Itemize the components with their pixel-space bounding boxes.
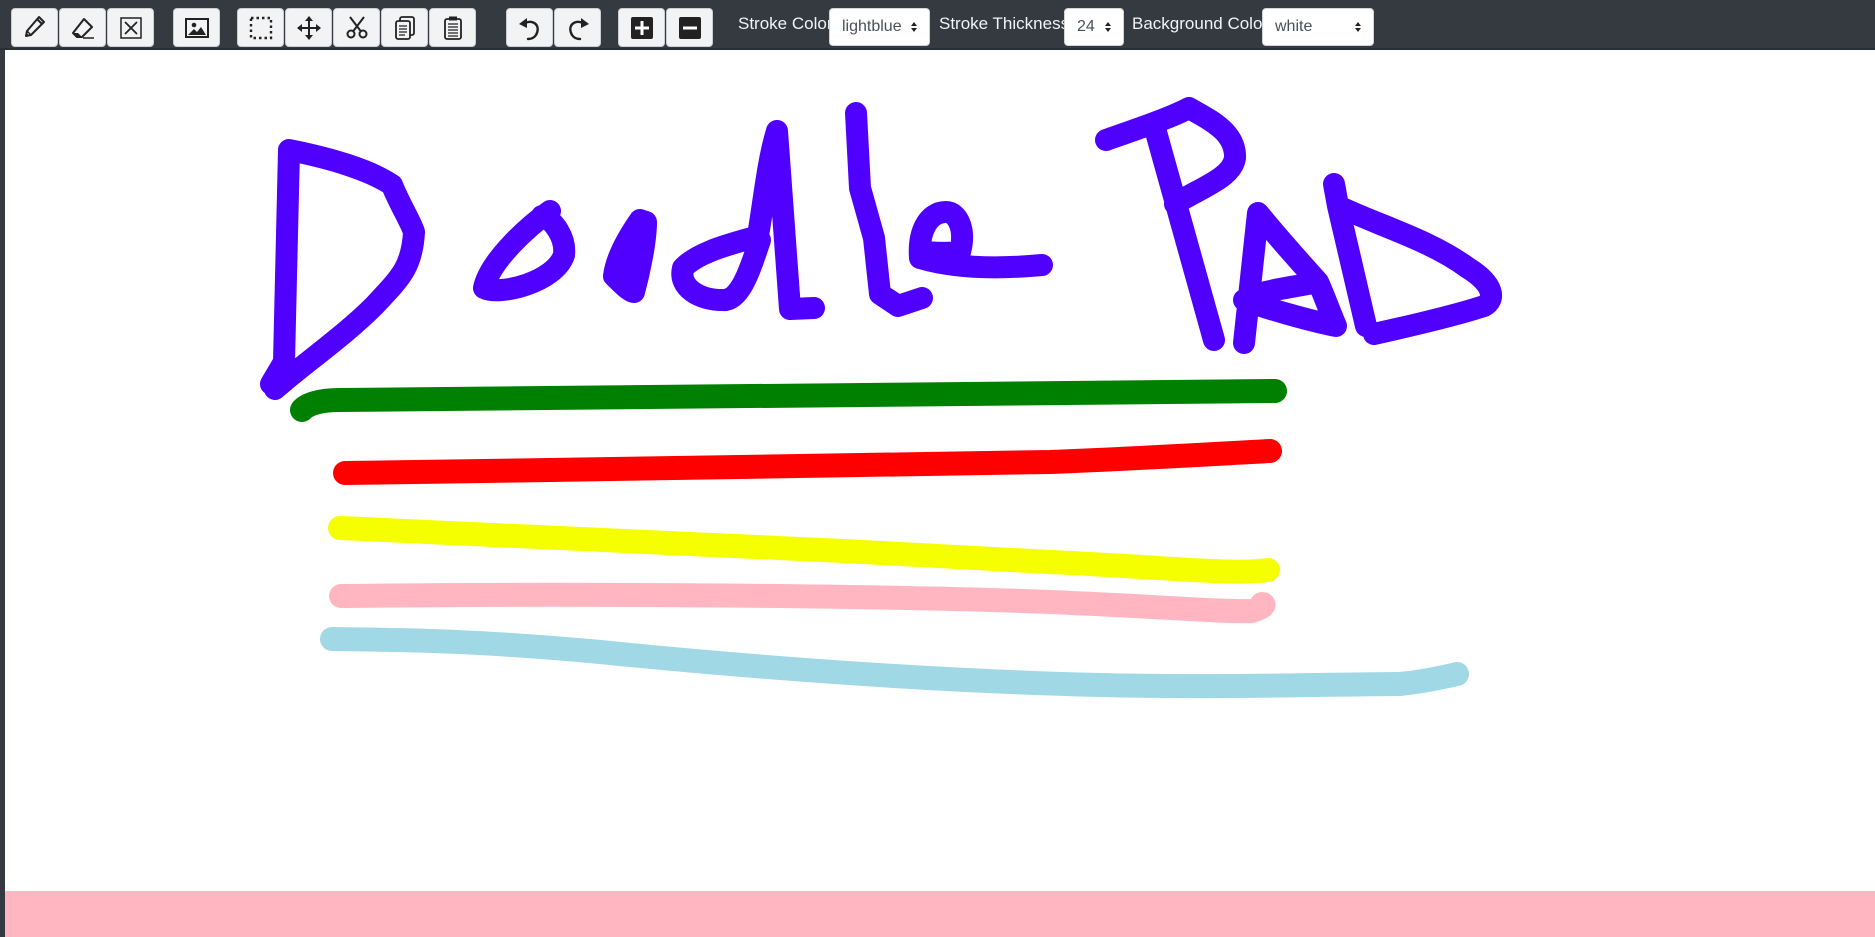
chevron-updown-icon: [1351, 21, 1365, 33]
title-letter-a: [1233, 202, 1347, 354]
move-button[interactable]: [285, 8, 332, 47]
canvas-drawing: [260, 97, 1502, 699]
eraser-icon: [71, 17, 94, 39]
eraser-button[interactable]: [59, 8, 106, 47]
paste-icon: [443, 16, 462, 40]
chevron-updown-icon: [907, 21, 921, 33]
paste-button[interactable]: [429, 8, 476, 47]
select-icon: [249, 16, 272, 39]
doodle-pad-app: Stroke Color lightblue Stroke Thickness …: [0, 0, 1875, 937]
chevron-updown-icon: [1101, 21, 1115, 33]
cut-icon: [346, 15, 367, 38]
drawing-canvas[interactable]: [5, 50, 1875, 891]
zoom-tool-group: [618, 8, 714, 47]
draw-tool-group: [11, 8, 155, 47]
select-button[interactable]: [237, 8, 284, 47]
copy-button[interactable]: [381, 8, 428, 47]
move-icon: [296, 15, 321, 40]
image-icon: [184, 17, 209, 38]
clear-canvas-button[interactable]: [107, 8, 154, 47]
stroke-thickness-value: 24: [1077, 18, 1095, 35]
line-yellow: [328, 516, 1280, 584]
line-pink: [329, 582, 1276, 624]
zoom-in-icon: [630, 16, 653, 39]
pencil-button[interactable]: [11, 8, 58, 47]
stroke-color-select[interactable]: lightblue: [829, 8, 930, 46]
stroke-color-value: lightblue: [842, 18, 902, 35]
title-letter-d3: [1323, 173, 1502, 345]
redo-icon: [568, 17, 589, 40]
zoom-out-icon: [678, 16, 701, 39]
title-letter-d2: [671, 120, 825, 320]
stroke-thickness-label: Stroke Thickness: [939, 14, 1070, 33]
zoom-in-button[interactable]: [618, 8, 665, 47]
background-color-select[interactable]: white: [1262, 8, 1374, 46]
redo-button[interactable]: [554, 8, 601, 47]
line-lightblue: [320, 627, 1469, 699]
bottom-strip: [5, 891, 1875, 937]
pencil-icon: [24, 15, 45, 37]
stroke-color-label: Stroke Color: [738, 14, 833, 33]
undo-icon: [518, 17, 539, 40]
background-color-label: Background Color: [1132, 14, 1269, 33]
title-letter-d: [260, 139, 425, 400]
undo-button[interactable]: [506, 8, 553, 47]
title-letter-o1: [473, 200, 576, 302]
title-letter-o2: [603, 209, 657, 303]
clear-canvas-icon: [119, 16, 142, 39]
image-tool-group: [173, 8, 221, 47]
doodle-pad-title-strokes: [260, 97, 1502, 400]
line-red: [333, 439, 1282, 485]
zoom-out-button[interactable]: [666, 8, 713, 47]
line-green: [290, 379, 1287, 422]
background-color-value: white: [1275, 18, 1313, 35]
title-letter-e: [908, 201, 1053, 279]
title-letter-l: [845, 102, 933, 317]
stroke-thickness-select[interactable]: 24: [1064, 8, 1124, 46]
history-tool-group: [506, 8, 602, 47]
toolbar: Stroke Color lightblue Stroke Thickness …: [0, 0, 1875, 50]
cut-button[interactable]: [333, 8, 380, 47]
edit-tool-group: [237, 8, 477, 47]
title-letter-p: [1095, 97, 1246, 351]
copy-icon: [394, 15, 415, 40]
insert-image-button[interactable]: [173, 8, 220, 47]
